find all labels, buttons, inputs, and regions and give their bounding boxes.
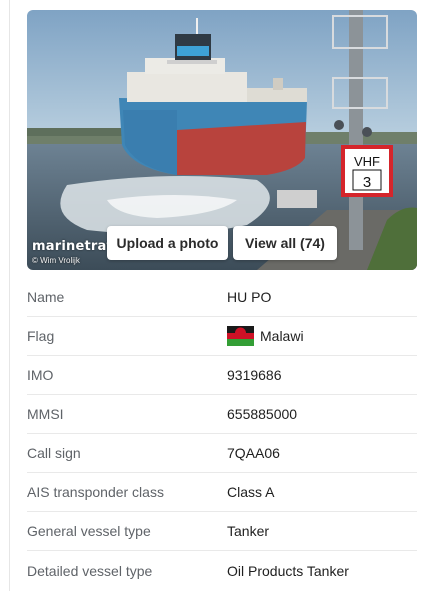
detail-row-name: Name HU PO bbox=[27, 278, 417, 317]
detail-label: Name bbox=[27, 289, 65, 305]
malawi-flag-icon bbox=[227, 326, 254, 346]
detail-value: HU PO bbox=[227, 289, 272, 305]
left-divider bbox=[9, 0, 10, 591]
detail-row-call-sign: Call sign 7QAA06 bbox=[27, 434, 417, 473]
vessel-details-list: Name HU PO Flag Malawi IMO 9319686 MMSI … bbox=[27, 278, 417, 590]
detail-value: 7QAA06 bbox=[227, 445, 280, 461]
detail-value-flag: Malawi bbox=[227, 326, 304, 346]
detail-row-general-type: General vessel type Tanker bbox=[27, 512, 417, 551]
view-all-photos-button[interactable]: View all (74) bbox=[233, 226, 337, 260]
upload-photo-button[interactable]: Upload a photo bbox=[107, 226, 228, 260]
detail-value: 9319686 bbox=[227, 367, 282, 383]
detail-value: Tanker bbox=[227, 523, 270, 539]
detail-value: 655885000 bbox=[227, 406, 298, 422]
detail-value: Class A bbox=[227, 484, 275, 500]
detail-label: MMSI bbox=[27, 406, 64, 422]
vhf-sign-number: 3 bbox=[363, 174, 371, 191]
detail-label: Flag bbox=[27, 328, 55, 344]
detail-value: Oil Products Tanker bbox=[227, 562, 349, 579]
detail-row-imo: IMO 9319686 bbox=[27, 356, 417, 395]
detail-label: Detailed vessel type bbox=[27, 562, 153, 579]
detail-label: Call sign bbox=[27, 445, 81, 461]
detail-row-ais-class: AIS transponder class Class A bbox=[27, 473, 417, 512]
detail-row-detailed-type: Detailed vessel type Oil Products Tanker bbox=[27, 551, 417, 590]
vessel-photo[interactable]: VHF 3 marinetraffic © Wim Vrolijk Upload… bbox=[27, 10, 417, 270]
detail-label: IMO bbox=[27, 367, 54, 383]
detail-row-flag: Flag Malawi bbox=[27, 317, 417, 356]
flag-country-name: Malawi bbox=[260, 328, 304, 344]
vhf-sign-text: VHF bbox=[354, 154, 380, 169]
detail-label: AIS transponder class bbox=[27, 484, 164, 500]
detail-row-mmsi: MMSI 655885000 bbox=[27, 395, 417, 434]
photo-credit: © Wim Vrolijk bbox=[32, 256, 80, 265]
detail-label: General vessel type bbox=[27, 523, 151, 539]
